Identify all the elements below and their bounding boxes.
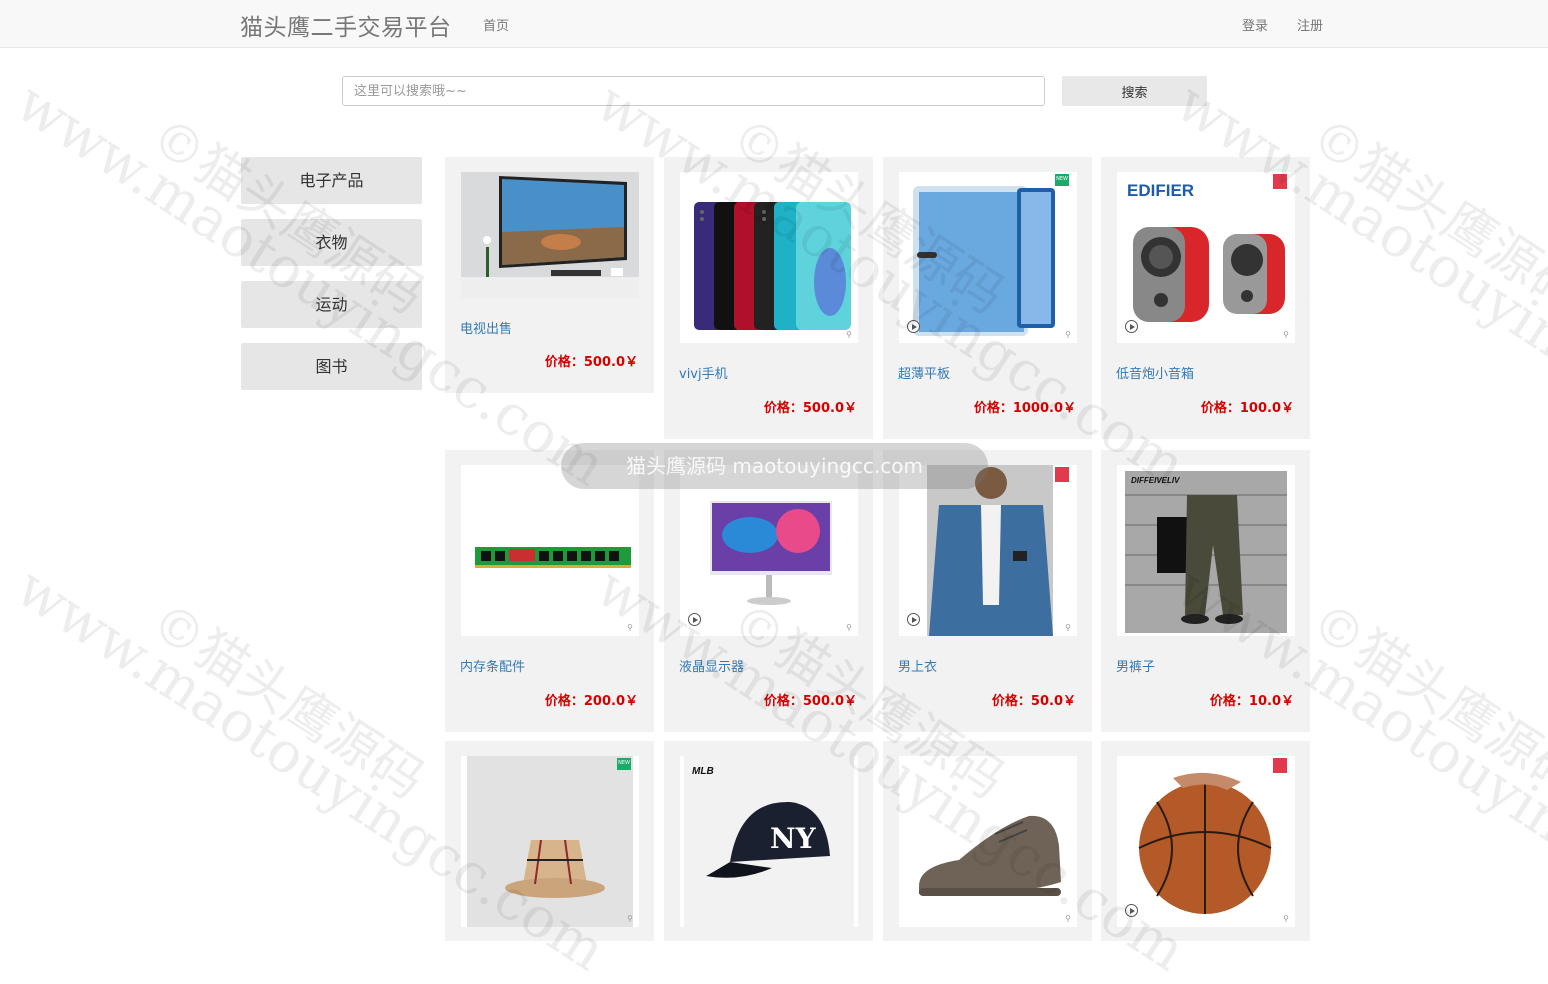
search-input[interactable] xyxy=(342,76,1045,106)
category-sports[interactable]: 运动 xyxy=(241,281,422,328)
product-image-cap[interactable]: MLB NY xyxy=(680,756,858,927)
product-image-speaker[interactable]: EDIFIER ⚲ xyxy=(1117,172,1295,343)
tablet-illustration xyxy=(899,172,1077,343)
mlb-logo: MLB xyxy=(692,766,714,777)
category-list: 电子产品 衣物 运动 图书 xyxy=(241,157,422,405)
nav-register-link[interactable]: 注册 xyxy=(1297,15,1323,34)
site-brand[interactable]: 猫头鹰二手交易平台 xyxy=(240,8,452,42)
product-price: 价格：500.0￥ xyxy=(763,401,857,416)
zoom-icon: ⚲ xyxy=(627,914,633,923)
zoom-icon: ⚲ xyxy=(846,330,852,339)
product-price: 价格：10.0￥ xyxy=(1209,694,1294,709)
tv-illustration xyxy=(461,172,639,299)
product-card[interactable]: NEW ⚲ xyxy=(445,741,654,941)
product-card[interactable]: ⚲ 液晶显示器 价格：500.0￥ xyxy=(664,450,873,732)
play-video-icon[interactable] xyxy=(1125,904,1138,917)
product-name[interactable]: 内存条配件 xyxy=(460,656,525,675)
pants-illustration: DIFFEIVELIV xyxy=(1117,465,1295,636)
play-video-icon[interactable] xyxy=(907,613,920,626)
zoom-icon: ⚲ xyxy=(627,623,633,632)
nav-home-link[interactable]: 首页 xyxy=(483,15,509,34)
product-image-ram[interactable]: ⚲ xyxy=(461,465,639,636)
zoom-icon: ⚲ xyxy=(1283,330,1289,339)
jacket-illustration xyxy=(899,465,1077,636)
watermark-copyright: ©猫头鹰源码 xyxy=(140,590,435,812)
cap-illustration: MLB NY xyxy=(680,756,858,927)
play-video-icon[interactable] xyxy=(907,320,920,333)
play-video-icon[interactable] xyxy=(688,613,701,626)
product-card[interactable]: ⚲ 内存条配件 价格：200.0￥ xyxy=(445,450,654,732)
product-name[interactable]: 电视出售 xyxy=(460,318,512,337)
product-card[interactable]: MLB NY xyxy=(664,741,873,941)
product-price: 价格：500.0￥ xyxy=(763,694,857,709)
product-card[interactable]: 电视出售 价格：500.0￥ xyxy=(445,157,654,393)
category-books[interactable]: 图书 xyxy=(241,343,422,390)
product-card[interactable]: EDIFIER ⚲ 低音炮小音箱 价格：100.0￥ xyxy=(1101,157,1310,439)
top-navbar: 猫头鹰二手交易平台 首页 登录 注册 xyxy=(0,0,1548,48)
promo-badge xyxy=(1055,467,1069,482)
nav-login-link[interactable]: 登录 xyxy=(1242,15,1268,34)
speaker-illustration: EDIFIER xyxy=(1117,172,1295,343)
search-button[interactable]: 搜索 xyxy=(1062,76,1207,106)
product-image-tv[interactable] xyxy=(461,172,639,299)
product-image-jacket[interactable]: ⚲ xyxy=(899,465,1077,636)
watermark-copyright: ©猫头鹰源码 xyxy=(1300,105,1548,327)
svg-text:NY: NY xyxy=(770,822,817,855)
promo-badge xyxy=(1273,758,1287,773)
category-electronics[interactable]: 电子产品 xyxy=(241,157,422,204)
watermark-copyright: ©猫头鹰源码 xyxy=(1300,590,1548,812)
product-price: 价格：200.0￥ xyxy=(544,694,638,709)
promo-badge xyxy=(1273,174,1287,189)
product-image-pants[interactable]: DIFFEIVELIV xyxy=(1117,465,1295,636)
product-card[interactable]: ⚲ xyxy=(883,741,1092,941)
shoes-illustration xyxy=(899,756,1077,927)
zoom-icon: ⚲ xyxy=(1065,914,1071,923)
product-name[interactable]: 男上衣 xyxy=(898,656,937,675)
zoom-icon: ⚲ xyxy=(1065,623,1071,632)
product-image-tablet[interactable]: NEW ⚲ xyxy=(899,172,1077,343)
product-image-monitor[interactable]: ⚲ xyxy=(680,465,858,636)
monitor-illustration xyxy=(680,465,858,636)
phone-illustration xyxy=(680,172,858,343)
product-price: 价格：1000.0￥ xyxy=(973,401,1076,416)
product-price: 价格：500.0￥ xyxy=(544,355,638,370)
basketball-illustration xyxy=(1117,756,1295,927)
zoom-icon: ⚲ xyxy=(846,623,852,632)
product-image-phone[interactable]: ⚲ xyxy=(680,172,858,343)
new-badge: NEW xyxy=(617,758,631,770)
ram-illustration xyxy=(461,465,639,636)
play-video-icon[interactable] xyxy=(1125,320,1138,333)
product-card[interactable]: ⚲ 男上衣 价格：50.0￥ xyxy=(883,450,1092,732)
product-card[interactable]: DIFFEIVELIV 男裤子 价格：10.0￥ xyxy=(1101,450,1310,732)
product-card[interactable]: ⚲ vivj手机 价格：500.0￥ xyxy=(664,157,873,439)
product-image-shoes[interactable]: ⚲ xyxy=(899,756,1077,927)
product-name[interactable]: 男裤子 xyxy=(1116,656,1155,675)
category-clothing[interactable]: 衣物 xyxy=(241,219,422,266)
product-price: 价格：100.0￥ xyxy=(1200,401,1294,416)
product-name[interactable]: 超薄平板 xyxy=(898,363,950,382)
zoom-icon: ⚲ xyxy=(1065,330,1071,339)
product-card[interactable]: NEW ⚲ 超薄平板 价格：1000.0￥ xyxy=(883,157,1092,439)
product-name[interactable]: 低音炮小音箱 xyxy=(1116,363,1194,382)
new-badge: NEW xyxy=(1055,174,1069,186)
product-card[interactable]: ⚲ xyxy=(1101,741,1310,941)
product-name[interactable]: 液晶显示器 xyxy=(679,656,744,675)
product-price: 价格：50.0￥ xyxy=(991,694,1076,709)
product-image-basketball[interactable]: ⚲ xyxy=(1117,756,1295,927)
product-image-bucket-hat[interactable]: NEW ⚲ xyxy=(461,756,639,927)
product-name[interactable]: vivj手机 xyxy=(679,363,728,382)
edifier-logo: EDIFIER xyxy=(1127,181,1194,200)
pants-brand-tag: DIFFEIVELIV xyxy=(1131,476,1180,485)
bucket-hat-illustration xyxy=(461,756,639,927)
zoom-icon: ⚲ xyxy=(1283,914,1289,923)
